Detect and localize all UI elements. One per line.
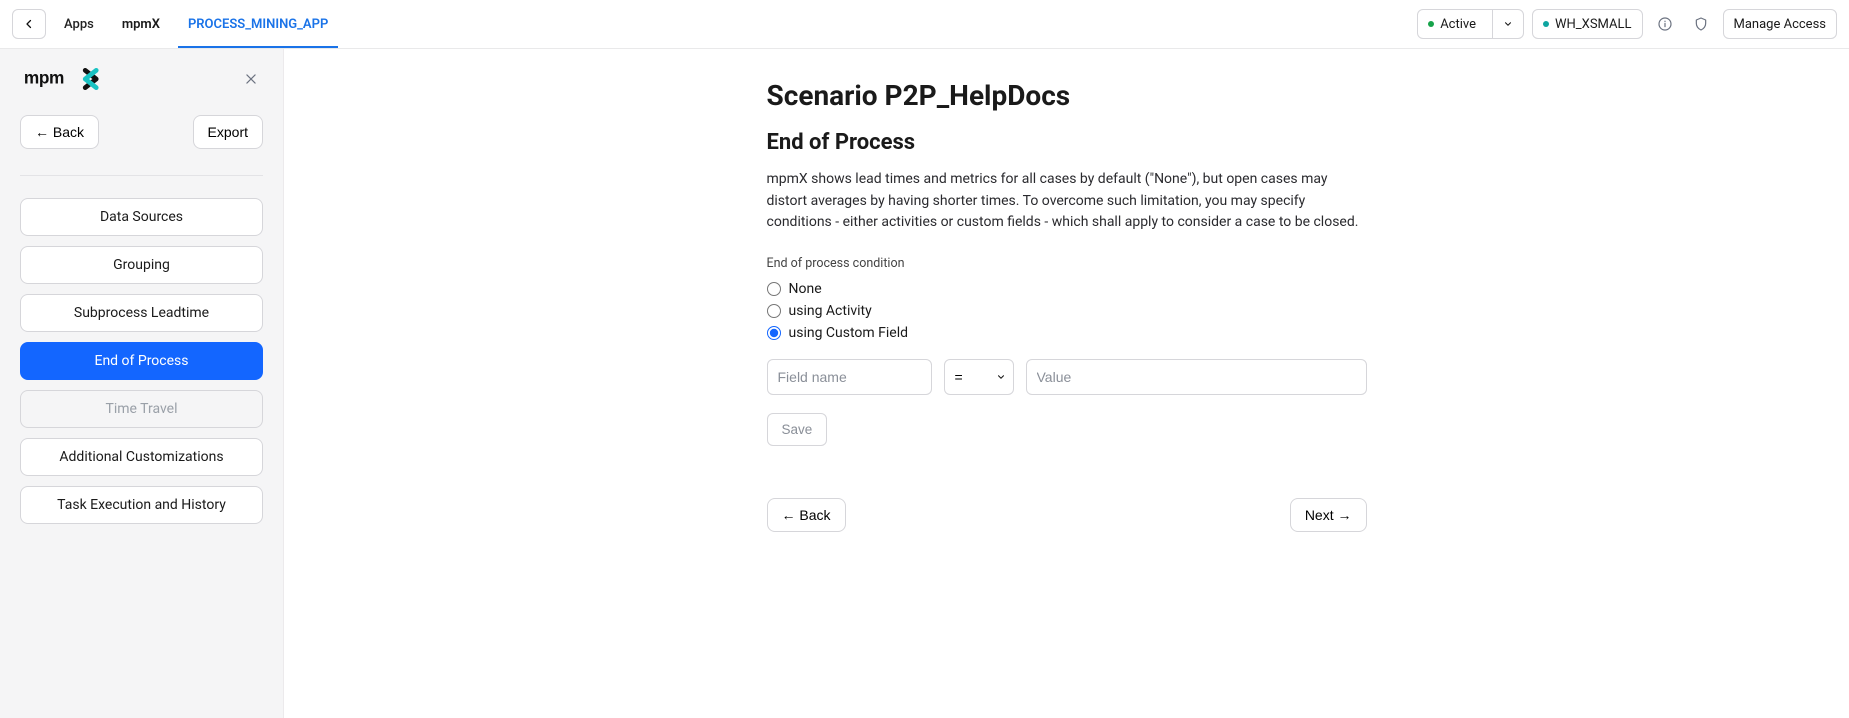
breadcrumb-mpmx[interactable]: mpmX: [112, 17, 170, 32]
radio-label: using Custom Field: [789, 325, 909, 341]
page-title: Scenario P2P_HelpDocs: [767, 79, 1367, 112]
header-back-button[interactable]: [12, 9, 46, 39]
radio-input[interactable]: [767, 326, 781, 340]
field-name-input[interactable]: [767, 359, 932, 395]
divider: [20, 175, 263, 176]
status-label: Active: [1440, 17, 1476, 32]
manage-access-button[interactable]: Manage Access: [1723, 9, 1838, 39]
radio-label: None: [789, 281, 822, 297]
close-sidebar-button[interactable]: [239, 67, 263, 91]
status-dropdown[interactable]: [1492, 10, 1523, 38]
shield-button[interactable]: [1687, 10, 1715, 38]
info-button[interactable]: [1651, 10, 1679, 38]
info-icon: [1657, 16, 1673, 32]
svg-text:mpm: mpm: [24, 68, 64, 88]
radio-input[interactable]: [767, 282, 781, 296]
pager-next-button[interactable]: Next →: [1290, 498, 1367, 532]
sidebar-item-time-travel: Time Travel: [20, 390, 263, 428]
radio-using-activity[interactable]: using Activity: [767, 303, 1367, 319]
sidebar-item-additional-customizations[interactable]: Additional Customizations: [20, 438, 263, 476]
warehouse-label: WH_XSMALL: [1555, 17, 1632, 32]
sidebar-item-data-sources[interactable]: Data Sources: [20, 198, 263, 236]
sidebar-item-grouping[interactable]: Grouping: [20, 246, 263, 284]
close-icon: [244, 72, 258, 86]
sidebar-item-task-execution-and-history[interactable]: Task Execution and History: [20, 486, 263, 524]
chevron-left-icon: [23, 18, 35, 30]
breadcrumb-current[interactable]: PROCESS_MINING_APP: [178, 17, 338, 32]
warehouse-pill[interactable]: WH_XSMALL: [1532, 9, 1643, 39]
value-input[interactable]: [1026, 359, 1367, 395]
logo-icon: mpm: [20, 68, 130, 90]
operator-select[interactable]: =: [944, 359, 1014, 395]
save-button[interactable]: Save: [767, 413, 828, 446]
sidebar-back-button[interactable]: ← Back: [20, 115, 99, 149]
section-title: End of Process: [767, 130, 1367, 155]
section-description: mpmX shows lead times and metrics for al…: [767, 169, 1367, 234]
status-pill[interactable]: Active: [1417, 9, 1524, 39]
radio-using-custom-field[interactable]: using Custom Field: [767, 325, 1367, 341]
pager-back-button[interactable]: ← Back: [767, 498, 846, 532]
radio-none[interactable]: None: [767, 281, 1367, 297]
chevron-down-icon: [1503, 19, 1513, 29]
breadcrumb-apps[interactable]: Apps: [54, 17, 104, 32]
status-dot-icon: [1428, 21, 1434, 27]
export-button[interactable]: Export: [193, 115, 263, 149]
sidebar-item-end-of-process[interactable]: End of Process: [20, 342, 263, 380]
warehouse-dot-icon: [1543, 21, 1549, 27]
manage-access-label: Manage Access: [1734, 17, 1827, 32]
radio-label: using Activity: [789, 303, 872, 319]
sidebar-item-subprocess-leadtime[interactable]: Subprocess Leadtime: [20, 294, 263, 332]
condition-label: End of process condition: [767, 256, 1367, 271]
shield-icon: [1693, 16, 1709, 32]
logo: mpm: [20, 68, 130, 90]
radio-input[interactable]: [767, 304, 781, 318]
